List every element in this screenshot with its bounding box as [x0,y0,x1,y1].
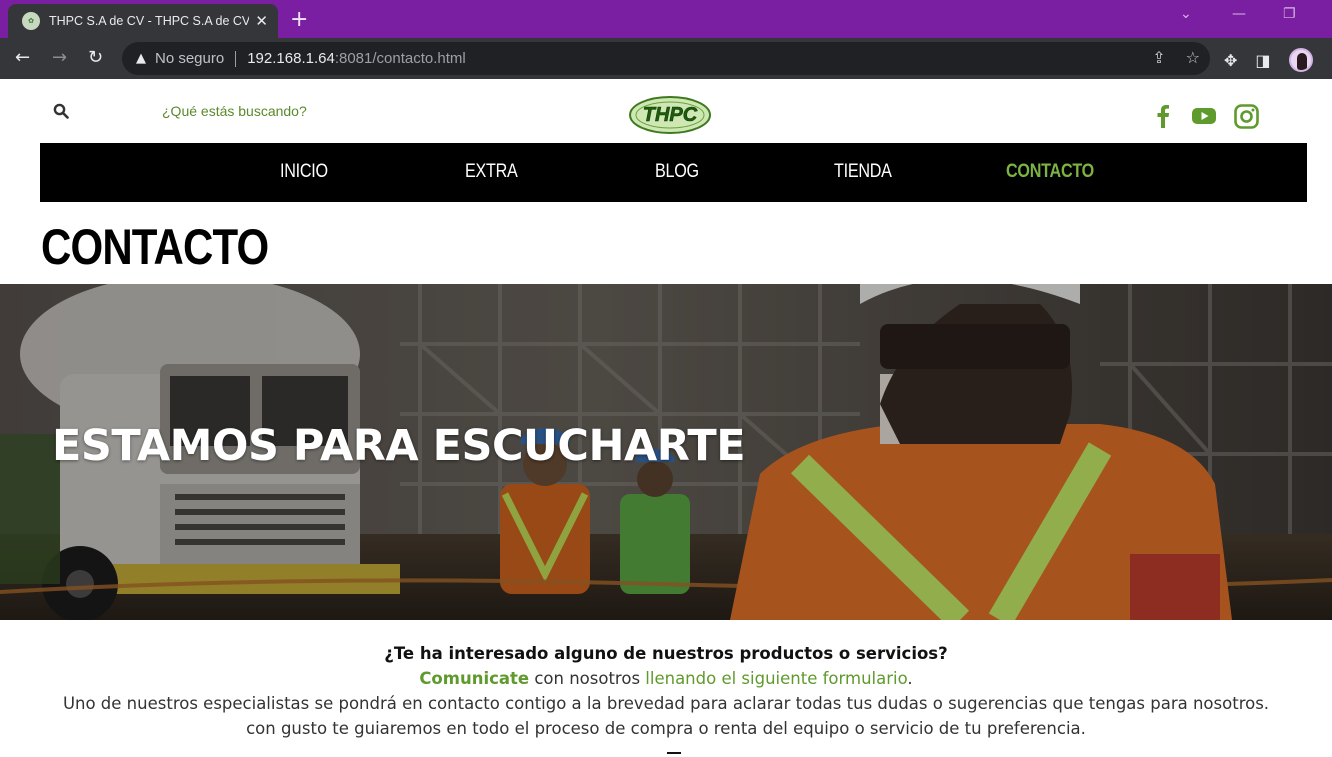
address-bar[interactable]: ▲ No seguro 192.168.1.64:8081/contacto.h… [122,42,1210,75]
browser-tab-bar: ✿ THPC S.A de CV - THPC S.A de CV ✕ + ⌄ … [0,0,1332,38]
hero-banner: ESTAMOS PARA ESCUCHARTE [0,284,1332,620]
new-tab-button[interactable]: + [290,7,308,32]
main-navigation: INICIO EXTRA BLOG TIENDA CONTACTO [40,143,1307,202]
address-divider [235,50,237,67]
intro-cta-line: Comunicate con nosotros llenando el sigu… [0,667,1332,691]
thpc-logo[interactable]: THPC [628,93,712,135]
site-header: ¿Qué estás buscando? THPC [0,79,1332,143]
nav-item-extra[interactable]: EXTRA [465,161,518,183]
youtube-icon[interactable] [1191,103,1217,129]
tab-search-chevron-icon[interactable]: ⌄ [1180,6,1192,22]
reload-icon[interactable]: ↻ [88,47,103,68]
contact-intro: ¿Te ha interesado alguno de nuestros pro… [0,640,1332,741]
intro-question: ¿Te ha interesado alguno de nuestros pro… [384,644,948,663]
back-arrow-icon[interactable]: ← [15,47,30,68]
share-icon[interactable]: ⇪ [1152,48,1165,67]
forward-arrow-icon[interactable]: → [52,47,67,68]
hero-headline: ESTAMOS PARA ESCUCHARTE [52,421,746,471]
page-title: CONTACTO [41,219,269,275]
search-input[interactable]: ¿Qué estás buscando? [162,103,307,119]
cta-end-text: . [907,669,913,688]
browser-tab[interactable]: ✿ THPC S.A de CV - THPC S.A de CV ✕ [8,4,278,38]
cta-mid-text: con nosotros [529,669,646,688]
nav-item-blog[interactable]: BLOG [655,161,699,183]
url-host[interactable]: 192.168.1.64 [247,50,335,67]
nav-item-inicio[interactable]: INICIO [280,161,328,183]
cta-bold-text: Comunicate [419,669,530,688]
tab-title: THPC S.A de CV - THPC S.A de CV [49,14,249,28]
extensions-puzzle-icon[interactable]: ✥ [1224,51,1237,70]
warning-triangle-icon[interactable]: ▲ [136,51,146,66]
profile-avatar[interactable] [1288,48,1313,72]
browser-toolbar: ← → ↻ ▲ No seguro 192.168.1.64:8081/cont… [0,38,1332,79]
instagram-icon[interactable] [1233,103,1259,129]
intro-body: Uno de nuestros especialistas se pondrá … [62,694,1270,738]
close-tab-icon[interactable]: ✕ [255,12,268,30]
nav-item-tienda[interactable]: TIENDA [834,161,892,183]
restore-icon[interactable]: ❐ [1283,6,1296,22]
security-label[interactable]: No seguro [155,50,224,67]
url-path[interactable]: :8081/contacto.html [335,50,466,67]
form-link[interactable]: llenando el siguiente formulario [645,669,907,688]
search-icon[interactable] [53,103,69,119]
side-panel-icon[interactable]: ◨ [1255,51,1270,70]
site-favicon-icon: ✿ [22,12,40,30]
section-divider [667,752,681,754]
minimize-icon[interactable]: — [1232,6,1246,22]
facebook-icon[interactable] [1150,103,1176,129]
nav-item-contacto[interactable]: CONTACTO [1006,161,1094,183]
bookmark-star-icon[interactable]: ☆ [1186,48,1200,67]
logo-text: THPC [643,104,698,126]
